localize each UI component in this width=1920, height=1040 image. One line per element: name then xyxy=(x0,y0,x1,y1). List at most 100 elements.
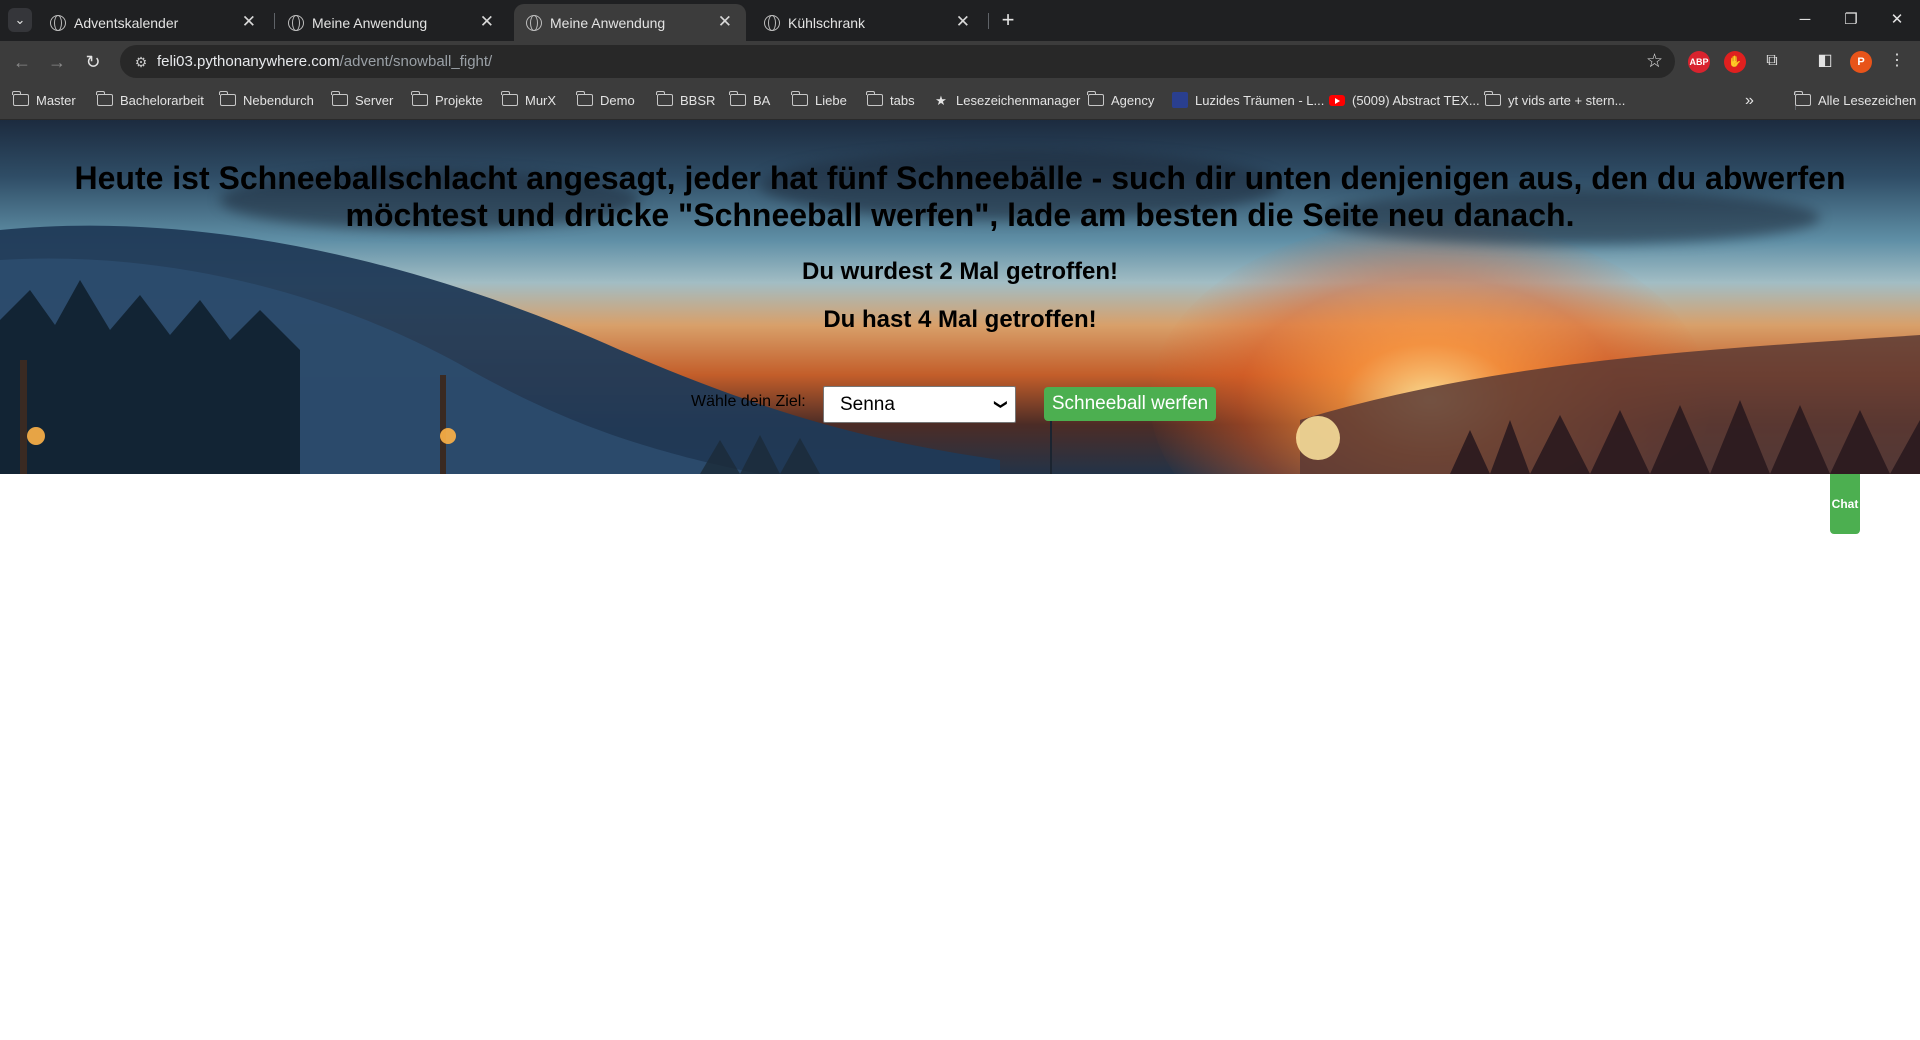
tab-divider xyxy=(274,13,275,29)
bookmark-master[interactable]: Master xyxy=(12,91,76,111)
bookmark-murx[interactable]: MurX xyxy=(501,91,557,111)
bookmark-luzides-traeumen[interactable]: Luzides Träumen - L... xyxy=(1172,91,1324,111)
page-headline: Heute ist Schneeballschlacht angesagt, j… xyxy=(74,160,1846,233)
globe-icon xyxy=(50,15,66,31)
hit-given-text: Du hast 4 Mal getroffen! xyxy=(823,306,1097,333)
bookmark-yt-vids[interactable]: yt vids arte + stern... xyxy=(1484,91,1626,111)
tab-title: Adventskalender xyxy=(74,15,179,31)
hand-extension-icon[interactable]: ✋ xyxy=(1724,51,1746,73)
bookmark-server[interactable]: Server xyxy=(331,91,394,111)
tab-title: Meine Anwendung xyxy=(550,15,666,31)
bookmark-label: MurX xyxy=(525,93,557,108)
bookmark-label: yt vids arte + stern... xyxy=(1508,93,1626,108)
url-text[interactable]: feli03.pythonanywhere.com/advent/snowbal… xyxy=(157,53,492,70)
tab-strip: ⌄ Adventskalender ✕ Meine Anwendung ✕ Me… xyxy=(0,0,1920,41)
folder-icon xyxy=(1087,91,1104,106)
tab-search-button[interactable]: ⌄ xyxy=(8,8,32,32)
youtube-icon xyxy=(1329,95,1345,106)
tab-adventskalender[interactable]: Adventskalender ✕ xyxy=(38,4,270,41)
bookmark-agency[interactable]: Agency xyxy=(1087,91,1155,111)
bookmark-label: Master xyxy=(36,93,76,108)
star-icon: ★ xyxy=(935,93,947,108)
folder-icon xyxy=(12,91,29,106)
bookmark-label: Bachelorarbeit xyxy=(120,93,204,108)
tab-divider xyxy=(988,13,989,29)
profile-avatar[interactable]: P xyxy=(1850,51,1872,73)
restore-icon: ❐ xyxy=(1844,11,1858,28)
bookmark-star-icon[interactable]: ☆ xyxy=(1646,50,1663,73)
close-icon[interactable]: ✕ xyxy=(718,12,732,32)
browser-toolbar: ← → ↻ ⚙ feli03.pythonanywhere.com/advent… xyxy=(0,41,1920,82)
bookmark-ba[interactable]: BA xyxy=(729,91,771,111)
reload-button[interactable]: ↻ xyxy=(80,49,106,75)
new-tab-button[interactable]: + xyxy=(994,6,1022,34)
folder-icon xyxy=(411,91,428,106)
bookmark-projekte[interactable]: Projekte xyxy=(411,91,483,111)
double-chevron-right-icon: » xyxy=(1745,92,1754,109)
url-path: /advent/snowball_fight/ xyxy=(339,53,493,70)
bookmarks-bar: Master Bachelorarbeit Nebendurch Server … xyxy=(0,82,1920,120)
plus-icon: + xyxy=(1001,7,1015,32)
close-window-button[interactable]: ✕ xyxy=(1874,7,1920,33)
side-panel-icon[interactable]: ◧ xyxy=(1814,50,1836,72)
bookmark-bbsr[interactable]: BBSR xyxy=(656,91,716,111)
tab-meine-anwendung-1[interactable]: Meine Anwendung ✕ xyxy=(276,4,508,41)
bookmark-label: Liebe xyxy=(815,93,847,108)
extensions-puzzle-icon[interactable]: ⧉ xyxy=(1761,50,1783,72)
bookmark-label: Demo xyxy=(600,93,635,108)
folder-icon xyxy=(656,91,673,106)
close-icon[interactable]: ✕ xyxy=(242,12,256,32)
bookmark-label: BBSR xyxy=(680,93,716,108)
bookmark-nebendurch[interactable]: Nebendurch xyxy=(219,91,314,111)
address-bar[interactable]: ⚙ feli03.pythonanywhere.com/advent/snowb… xyxy=(120,45,1675,78)
bookmark-liebe[interactable]: Liebe xyxy=(791,91,847,111)
chevron-down-icon: ⌄ xyxy=(14,12,26,27)
close-icon[interactable]: ✕ xyxy=(480,12,494,32)
bookmark-lesezeichenmanager[interactable]: ★ Lesezeichenmanager xyxy=(933,91,1080,111)
close-icon[interactable]: ✕ xyxy=(956,12,970,32)
folder-icon xyxy=(96,91,113,106)
bookmark-label: Server xyxy=(355,93,394,108)
close-icon: ✕ xyxy=(1890,11,1904,28)
chevron-down-icon: ❯ xyxy=(994,399,1010,410)
back-button[interactable]: ← xyxy=(9,49,35,75)
bookmark-demo[interactable]: Demo xyxy=(576,91,635,111)
target-select[interactable]: Senna ❯ xyxy=(823,386,1016,423)
folder-icon xyxy=(866,91,883,106)
url-host: feli03.pythonanywhere.com xyxy=(157,53,340,70)
folder-icon xyxy=(791,91,808,106)
folder-icon xyxy=(501,91,518,106)
folder-icon xyxy=(729,91,746,106)
arrow-right-icon: → xyxy=(48,52,66,72)
menu-kebab-icon[interactable]: ⋮ xyxy=(1886,50,1908,72)
forward-button[interactable]: → xyxy=(44,49,70,75)
tab-title: Meine Anwendung xyxy=(312,15,428,31)
more-bookmarks-button[interactable]: » xyxy=(1745,91,1754,111)
throw-snowball-button[interactable]: Schneeball werfen xyxy=(1044,387,1216,421)
bookmark-label: tabs xyxy=(890,93,915,108)
bookmark-abstract-tex[interactable]: (5009) Abstract TEX... xyxy=(1329,91,1480,111)
target-selected-value: Senna xyxy=(840,394,895,415)
minimize-button[interactable]: ─ xyxy=(1782,7,1828,33)
bookmark-label: Agency xyxy=(1111,93,1155,108)
tab-meine-anwendung-active[interactable]: Meine Anwendung ✕ xyxy=(514,4,746,41)
bookmark-label: Nebendurch xyxy=(243,93,314,108)
reload-icon: ↻ xyxy=(85,52,101,72)
folder-icon xyxy=(576,91,593,106)
bookmark-bachelorarbeit[interactable]: Bachelorarbeit xyxy=(96,91,204,111)
folder-icon xyxy=(331,91,348,106)
site-settings-icon[interactable]: ⚙ xyxy=(132,53,150,71)
page-content: Heute ist Schneeballschlacht angesagt, j… xyxy=(0,120,1920,1040)
target-label: Wähle dein Ziel: xyxy=(691,393,806,410)
bookmark-label: Alle Lesezeichen xyxy=(1818,93,1917,108)
globe-icon xyxy=(288,15,304,31)
bookmark-tabs[interactable]: tabs xyxy=(866,91,915,111)
chat-button[interactable]: Chat xyxy=(1830,474,1860,534)
adblock-plus-icon[interactable]: ABP xyxy=(1688,51,1710,73)
folder-icon xyxy=(1794,91,1811,106)
all-bookmarks-button[interactable]: Alle Lesezeichen xyxy=(1794,91,1917,111)
bookmark-label: BA xyxy=(753,93,771,108)
restore-button[interactable]: ❐ xyxy=(1828,7,1874,33)
hit-received-text: Du wurdest 2 Mal getroffen! xyxy=(801,258,1119,285)
tab-kuehlschrank[interactable]: Kühlschrank ✕ xyxy=(752,4,984,41)
